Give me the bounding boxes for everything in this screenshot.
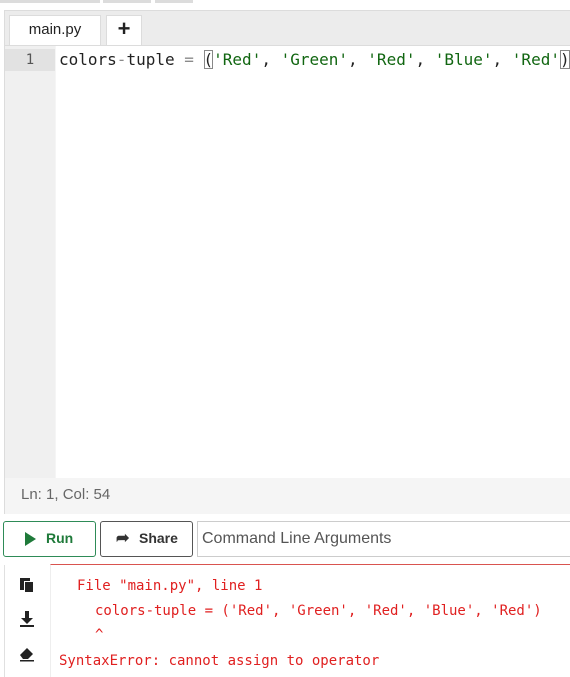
run-label: Run [46,530,74,546]
code-editor: main.py + 1 colors-tuple = ('Red', 'Gree… [4,10,570,514]
line-number: 1 [5,49,55,71]
matched-paren: ( [203,50,214,69]
code-token: 'Red' [511,50,560,69]
play-icon [25,532,36,546]
code-token: = [174,50,204,69]
share-label: Share [139,530,178,546]
top-strip-segment [0,0,100,3]
output-panel: File "main.py", line 1 colors-tuple = ('… [50,564,570,677]
share-button[interactable]: ➦ Share [100,521,193,557]
add-file-button[interactable]: + [106,15,142,45]
top-strip-segment [155,0,193,3]
tab-main-py[interactable]: main.py [9,15,101,45]
status-bar: Ln: 1, Col: 54 [5,478,570,514]
output-line: File "main.py", line 1 [77,578,263,594]
output-line: SyntaxError: cannot assign to operator [59,653,380,669]
tab-bar: main.py + [5,11,570,46]
share-arrow-icon: ➦ [116,530,130,547]
cursor-position: Ln: 1, Col: 54 [21,486,111,503]
code-token: - [116,50,127,69]
code-token: 'Blue' [434,50,493,69]
copy-icon[interactable] [17,575,37,595]
code-token: tuple [126,50,175,69]
code-token: 'Red' [367,50,416,69]
code-area[interactable]: colors-tuple = ('Red', 'Green', 'Red', '… [56,46,570,478]
code-token: , [415,50,435,69]
output-sidebar [4,565,49,677]
code-line[interactable]: colors-tuple = ('Red', 'Green', 'Red', '… [59,49,570,71]
code-token: , [348,50,368,69]
code-token: 'Green' [280,50,349,69]
command-line-arguments-input[interactable] [197,521,570,557]
eraser-icon[interactable] [17,643,37,663]
matched-paren: ) [559,50,570,69]
code-token: , [492,50,512,69]
code-token: colors [59,50,117,69]
code-token: 'Red' [213,50,262,69]
top-strip [0,0,570,10]
output-line: ^ [95,627,104,643]
line-number-gutter: 1 [5,46,55,478]
download-icon[interactable] [17,609,37,629]
run-button[interactable]: Run [3,521,96,557]
output-line: colors-tuple = ('Red', 'Green', 'Red', '… [95,603,542,619]
top-strip-segment [103,0,151,3]
code-token: , [261,50,281,69]
